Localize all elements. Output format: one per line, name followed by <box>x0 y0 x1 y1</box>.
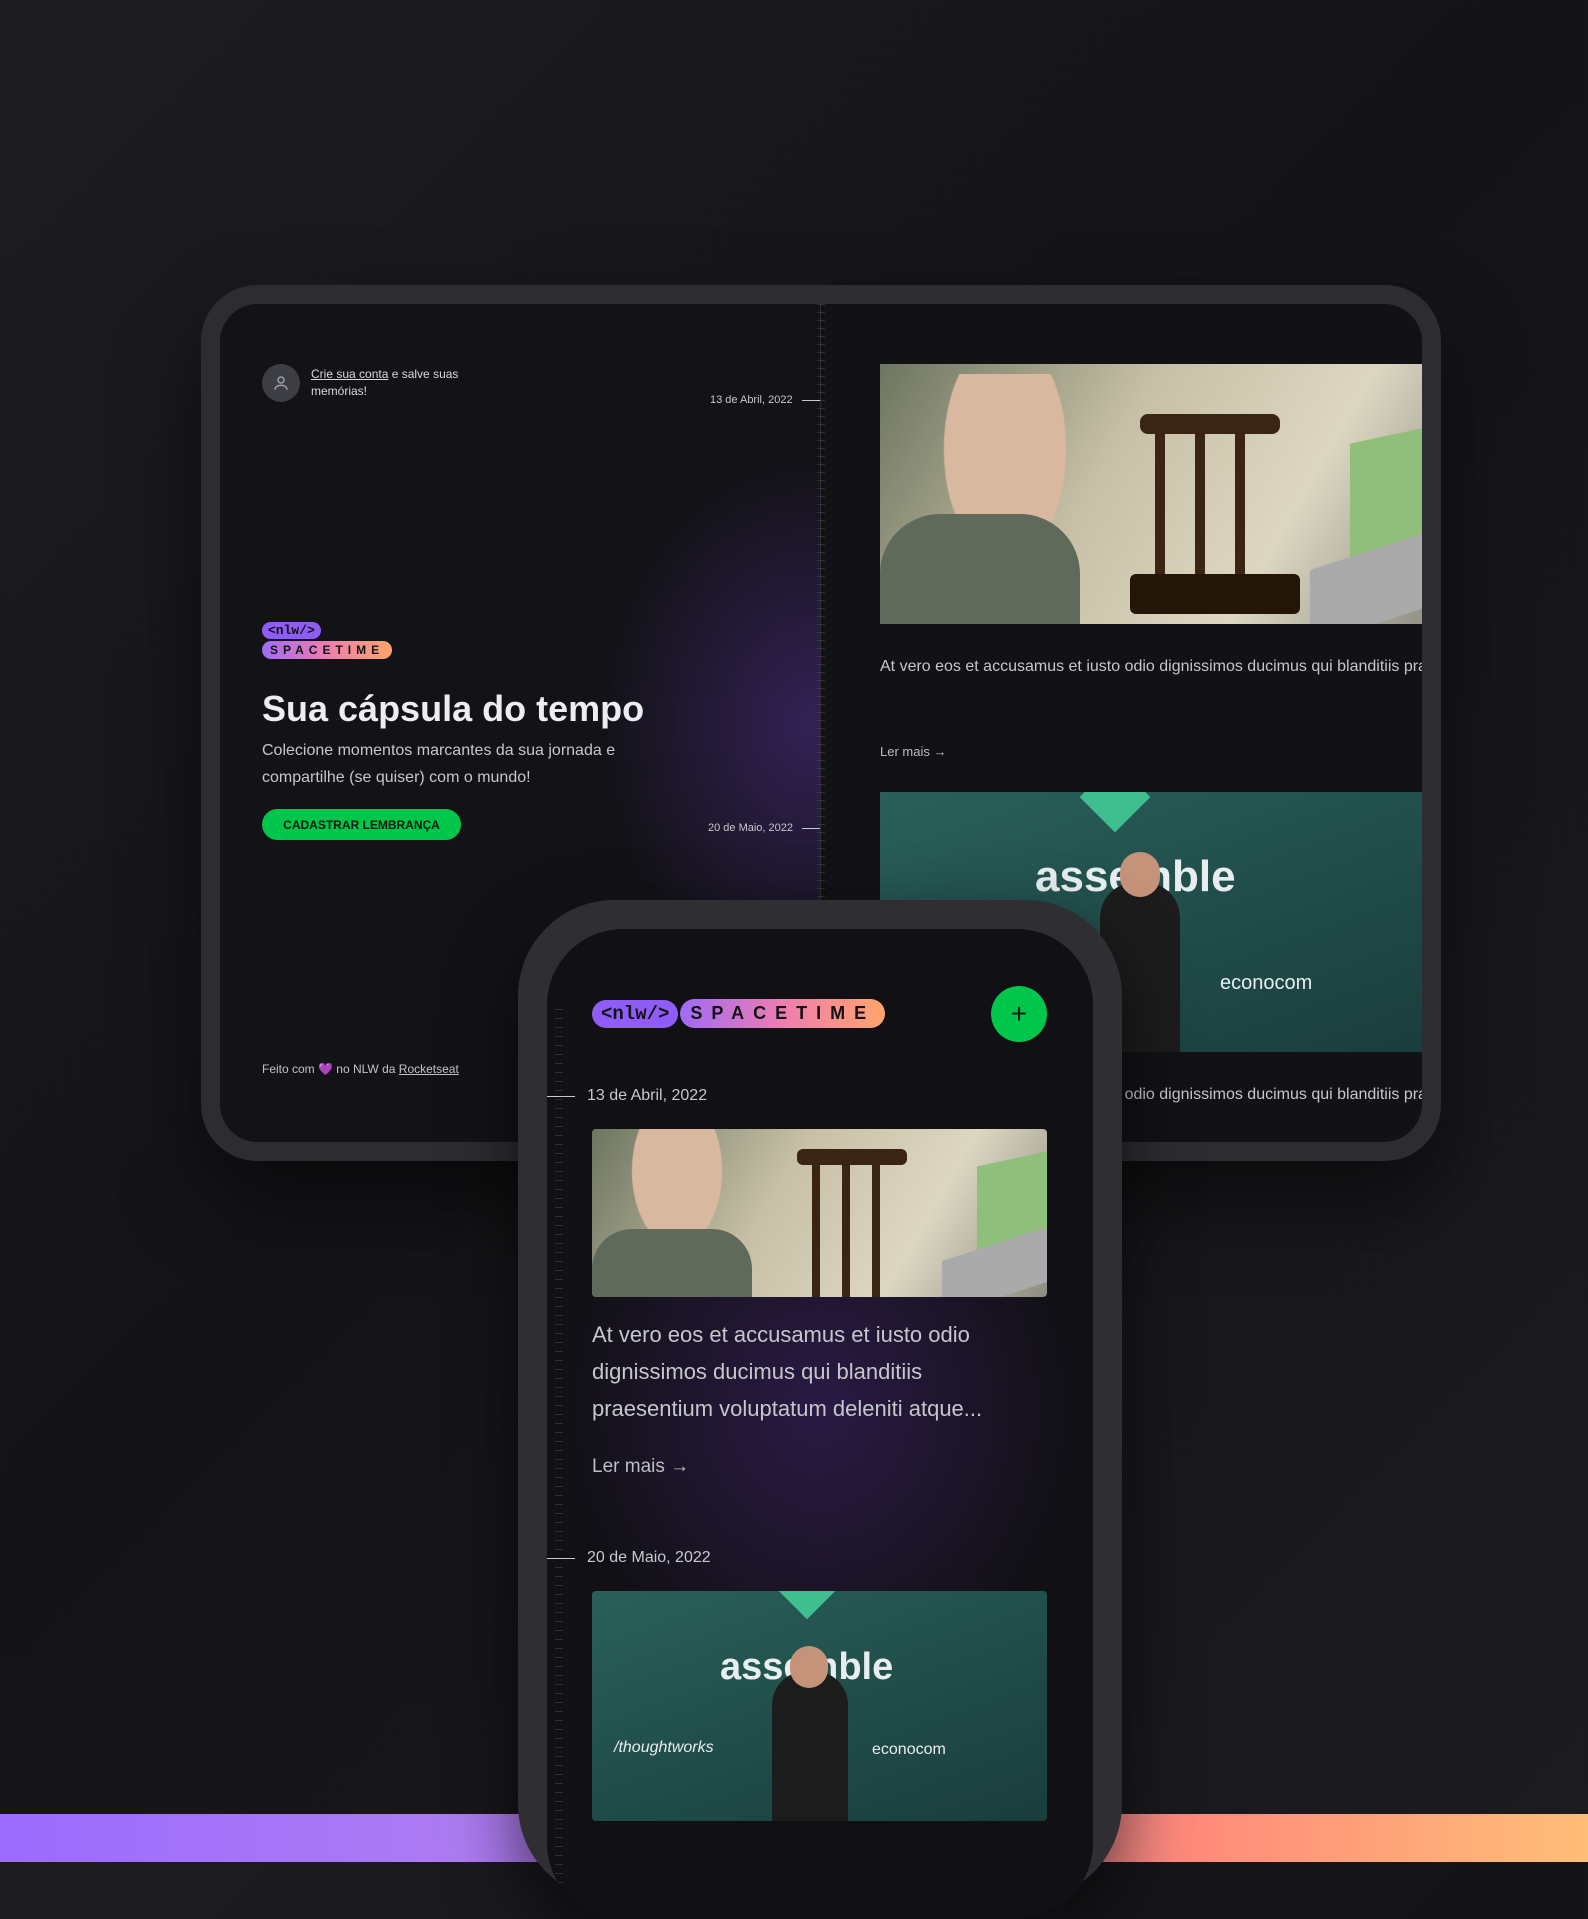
speaker-shape <box>772 1671 848 1821</box>
add-memory-button[interactable]: + <box>991 986 1047 1042</box>
timeline-tick <box>547 1558 575 1559</box>
phone-frame: <nlw/> SPACETIME + 13 de Abril, 2022 At … <box>518 900 1122 1919</box>
stage-triangle <box>778 1591 836 1620</box>
register-memory-button[interactable]: CADASTRAR LEMBRANÇA <box>262 809 461 840</box>
memory-photo-2: assemble /thoughtworks econocom <box>592 1591 1047 1821</box>
timeline-date-2: 20 de Maio, 2022 <box>708 822 794 834</box>
footer-pre: Feito com <box>262 1062 319 1076</box>
signin-text: Crie sua conta e salve suas memórias! <box>311 366 471 400</box>
logo-spacetime: SPACETIME <box>262 641 393 659</box>
phone-screen: <nlw/> SPACETIME + 13 de Abril, 2022 At … <box>547 929 1093 1919</box>
stage-triangle <box>1079 792 1151 833</box>
timeline-date-1: 13 de Abril, 2022 <box>587 1087 708 1104</box>
timeline-date-1: 13 de Abril, 2022 <box>710 394 793 406</box>
signin-link[interactable]: Crie sua conta <box>311 367 388 381</box>
timeline-ruler <box>555 1009 563 1909</box>
footer-mid: no NLW da <box>332 1062 399 1076</box>
logo: <nlw/> SPACETIME <box>592 999 886 1028</box>
memory-excerpt-1: At vero eos et accusamus et iusto odio d… <box>592 1322 983 1421</box>
footer: Feito com 💜 no NLW da Rocketseat <box>262 1062 459 1076</box>
hero-description: Colecione momentos marcantes da sua jorn… <box>262 742 616 786</box>
logo-nlw: <nlw/> <box>592 999 679 1028</box>
rocketseat-link[interactable]: Rocketseat <box>399 1062 459 1076</box>
hero-title: Sua cápsula do tempo <box>262 688 645 729</box>
user-icon <box>274 376 288 390</box>
sponsor-text: /thoughtworks <box>614 1739 714 1756</box>
memory-photo-1 <box>592 1129 1047 1297</box>
timeline-tick <box>547 1096 575 1097</box>
avatar[interactable] <box>262 364 300 402</box>
shirt-shape <box>880 514 1080 624</box>
memory-excerpt-1: At vero eos et accusamus et iusto odio d… <box>880 658 1422 675</box>
sponsor-text: econocom <box>872 1741 946 1758</box>
read-more-link[interactable]: Ler mais → <box>592 1456 689 1478</box>
heart-icon: 💜 <box>318 1062 333 1076</box>
plus-icon: + <box>1010 998 1028 1029</box>
timeline-date-2: 20 de Maio, 2022 <box>587 1549 711 1566</box>
memory-photo-1 <box>880 364 1422 624</box>
read-more-link[interactable]: Ler mais → <box>880 744 946 759</box>
sponsor-text: econocom <box>1220 972 1313 994</box>
logo-nlw: <nlw/> <box>262 622 321 639</box>
logo-spacetime: SPACETIME <box>680 999 886 1028</box>
logo: <nlw/> SPACETIME <box>262 622 393 659</box>
